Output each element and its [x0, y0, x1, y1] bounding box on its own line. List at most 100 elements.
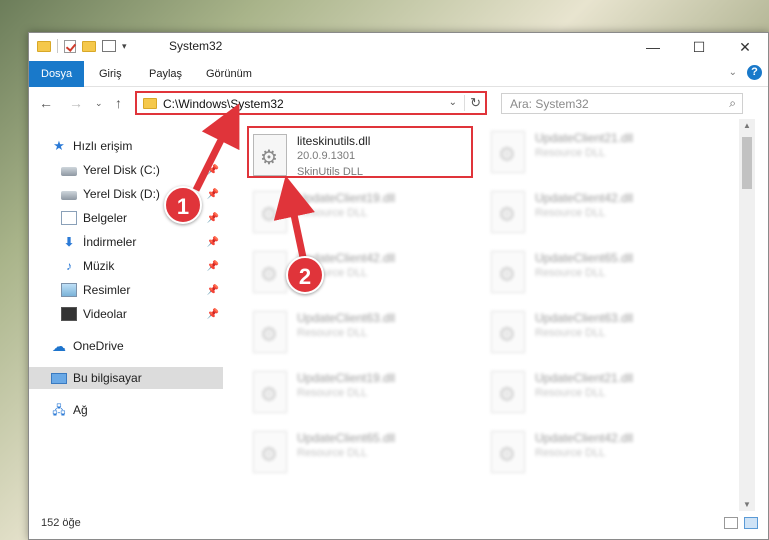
file-name: UpdateClient42.dll [535, 191, 634, 205]
disk-icon [61, 167, 77, 176]
navigation-bar: ← → ⌄ ↑ C:\Windows\System32 ⌄ ↻ Ara: Sys… [29, 89, 768, 119]
window-title: System32 [169, 39, 223, 53]
file-tile[interactable]: UpdateClient21.dll Resource DLL [487, 365, 717, 421]
file-name: UpdateClient63.dll [297, 311, 396, 325]
file-tile[interactable]: UpdateClient19.dll Resource DLL [249, 185, 479, 241]
file-description: Resource DLL [535, 447, 606, 459]
window-controls: — ☐ ✕ [630, 33, 768, 61]
tiles-view-icon[interactable] [744, 517, 758, 529]
file-description: Resource DLL [297, 327, 368, 339]
network-icon: 🖧 [52, 403, 66, 417]
pin-icon[interactable]: 📌 [207, 237, 219, 248]
scroll-down-icon[interactable]: ▼ [743, 500, 751, 509]
file-tile[interactable]: UpdateClient65.dll Resource DLL [487, 245, 717, 301]
customize-toolbar-icon[interactable] [102, 40, 116, 52]
quick-access-toolbar: ▾ [37, 39, 127, 53]
file-tile[interactable]: UpdateClient42.dll Resource DLL [487, 185, 717, 241]
details-view-icon[interactable] [724, 517, 738, 529]
file-tile[interactable]: UpdateClient21.dll Resource DLL [487, 125, 717, 181]
sidebar-item-label: Videolar [83, 307, 127, 321]
sidebar-item-label: Müzik [83, 259, 115, 273]
properties-checkmark-icon[interactable] [64, 39, 76, 53]
sidebar-item-label: OneDrive [73, 339, 124, 353]
step-1-badge: 1 [164, 186, 202, 224]
pin-icon[interactable]: 📌 [207, 189, 219, 200]
tab-home[interactable]: Giriş [99, 61, 122, 87]
sidebar-item-local-disk-c[interactable]: Yerel Disk (C:) 📌 [29, 159, 223, 181]
dll-file-icon [253, 191, 287, 233]
up-arrow-icon[interactable]: ↑ [115, 95, 122, 111]
file-description: Resource DLL [297, 387, 368, 399]
scroll-up-icon[interactable]: ▲ [743, 121, 751, 130]
file-tile[interactable]: UpdateClient19.dll Resource DLL [249, 365, 479, 421]
address-bar[interactable]: C:\Windows\System32 ⌄ ↻ [135, 91, 487, 115]
music-icon: ♪ [66, 259, 72, 273]
sidebar-item-label: İndirmeler [83, 235, 137, 249]
sidebar-item-onedrive[interactable]: ☁ OneDrive [29, 335, 223, 357]
sidebar-item-downloads[interactable]: ⬇ İndirmeler 📌 [29, 231, 223, 253]
dll-file-icon [253, 251, 287, 293]
file-tile[interactable]: UpdateClient42.dll Resource DLL [249, 245, 479, 301]
dll-file-icon [491, 191, 525, 233]
chevron-down-icon[interactable]: ⌄ [449, 97, 457, 108]
file-tile[interactable]: UpdateClient63.dll Resource DLL [249, 305, 479, 361]
navigation-pane: ★ Hızlı erişim Yerel Disk (C:) 📌 Yerel D… [29, 125, 223, 513]
vertical-scrollbar[interactable]: ▲ ▼ [739, 119, 755, 511]
dll-file-icon [491, 251, 525, 293]
file-tile[interactable]: UpdateClient42.dll Resource DLL [487, 425, 717, 481]
pin-icon[interactable]: 📌 [207, 165, 219, 176]
tab-view[interactable]: Görünüm [206, 61, 252, 87]
file-name: UpdateClient19.dll [297, 371, 396, 385]
file-name: UpdateClient19.dll [297, 191, 396, 205]
new-folder-icon[interactable] [82, 40, 96, 52]
sidebar-item-this-pc[interactable]: Bu bilgisayar [29, 367, 223, 389]
file-name: UpdateClient21.dll [535, 131, 634, 145]
forward-arrow-icon[interactable]: → [69, 95, 83, 111]
sidebar-item-label: Resimler [83, 283, 131, 297]
back-arrow-icon[interactable]: ← [39, 95, 53, 111]
chevron-down-icon[interactable]: ▾ [122, 41, 127, 52]
dll-file-icon [491, 311, 525, 353]
folder-icon [143, 98, 157, 109]
file-tile[interactable]: UpdateClient63.dll Resource DLL [487, 305, 717, 361]
scrollbar-thumb[interactable] [742, 137, 752, 189]
sidebar-item-label: Ağ [73, 403, 88, 417]
sidebar-item-quick-access[interactable]: ★ Hızlı erişim [29, 135, 223, 157]
search-placeholder: Ara: System32 [510, 97, 589, 111]
file-description: Resource DLL [535, 147, 606, 159]
file-tile-liteskinutils[interactable]: liteskinutils.dll 20.0.9.1301 SkinUtils … [247, 126, 473, 178]
sidebar-item-music[interactable]: ♪ Müzik 📌 [29, 255, 223, 277]
file-description: Resource DLL [535, 267, 606, 279]
tab-file[interactable]: Dosya [29, 61, 85, 87]
search-box[interactable]: Ara: System32 ⌕ [501, 93, 743, 114]
file-explorer-window: ▾ System32 — ☐ ✕ Dosya Giriş Paylaş Görü… [28, 32, 769, 540]
expand-ribbon-icon[interactable]: ⌄ [729, 67, 737, 78]
refresh-icon[interactable]: ↻ [464, 95, 481, 111]
minimize-button[interactable]: — [630, 33, 676, 61]
pin-icon[interactable]: 📌 [207, 285, 219, 296]
tab-share[interactable]: Paylaş [149, 61, 182, 87]
pin-icon[interactable]: 📌 [207, 261, 219, 272]
help-icon[interactable]: ? [747, 65, 762, 80]
sidebar-item-network[interactable]: 🖧 Ağ [29, 399, 223, 421]
sidebar-item-videos[interactable]: Videolar 📌 [29, 303, 223, 325]
file-description: Resource DLL [297, 447, 368, 459]
maximize-button[interactable]: ☐ [676, 33, 722, 61]
title-bar: ▾ System32 — ☐ ✕ [29, 33, 768, 61]
recent-locations-chevron-icon[interactable]: ⌄ [95, 98, 103, 109]
cloud-icon: ☁ [52, 338, 66, 354]
file-version: 20.0.9.1301 [297, 150, 356, 162]
file-name: UpdateClient65.dll [297, 431, 396, 445]
sidebar-item-label: Belgeler [83, 211, 128, 225]
search-icon[interactable]: ⌕ [729, 96, 736, 111]
documents-icon [61, 211, 77, 225]
sidebar-item-pictures[interactable]: Resimler 📌 [29, 279, 223, 301]
dll-file-icon [253, 431, 287, 473]
star-icon: ★ [53, 138, 65, 153]
file-name: UpdateClient21.dll [535, 371, 634, 385]
file-tile[interactable]: UpdateClient65.dll Resource DLL [249, 425, 479, 481]
close-button[interactable]: ✕ [722, 33, 768, 61]
pin-icon[interactable]: 📌 [207, 213, 219, 224]
pin-icon[interactable]: 📌 [207, 309, 219, 320]
file-list: liteskinutils.dll 20.0.9.1301 SkinUtils … [223, 119, 739, 511]
